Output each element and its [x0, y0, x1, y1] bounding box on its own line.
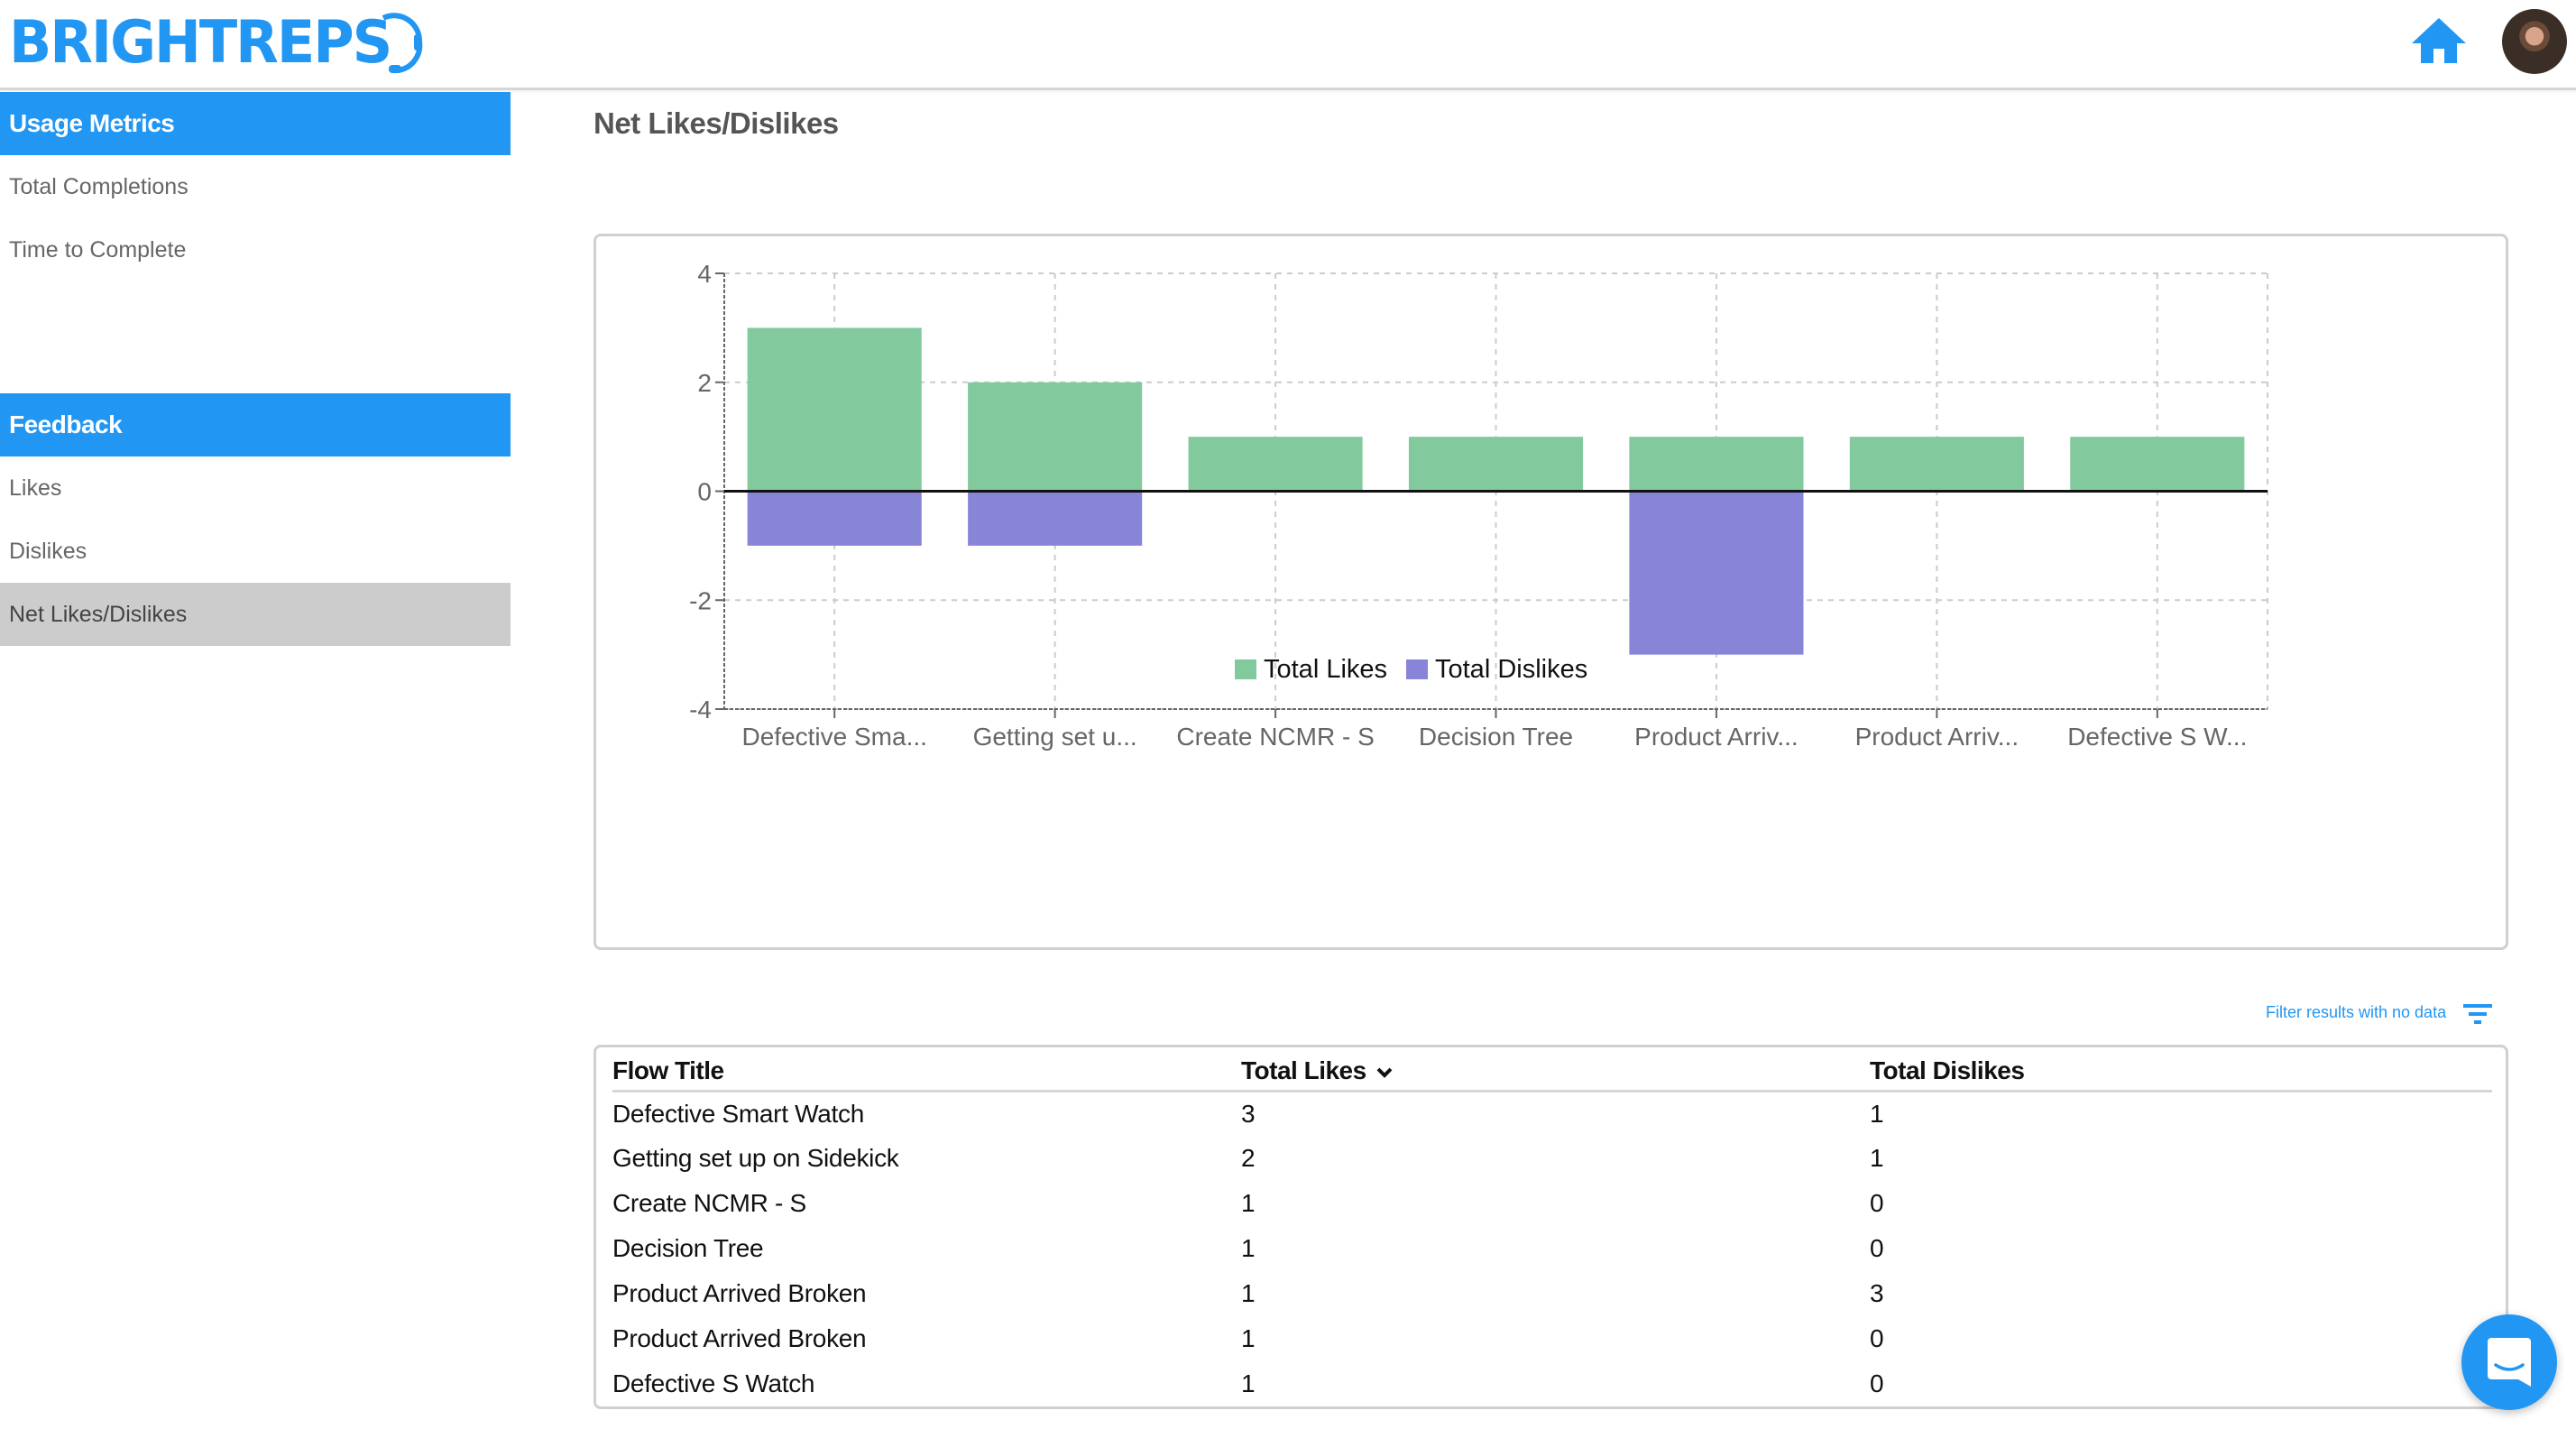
sidebar-item-time-to-complete[interactable]: Time to Complete: [0, 218, 511, 281]
cell-flow-title: Defective S Watch: [612, 1369, 815, 1397]
bar-dislikes[interactable]: [1629, 491, 1804, 655]
bar-likes[interactable]: [1629, 437, 1804, 492]
sidebar-item-total-completions[interactable]: Total Completions: [0, 155, 511, 218]
y-tick-label: -2: [689, 586, 712, 614]
chat-launcher-button[interactable]: [2461, 1314, 2557, 1410]
x-tick-label: Product Arriv...: [1855, 723, 2019, 751]
sidebar-item-dislikes[interactable]: Dislikes: [0, 520, 511, 583]
legend-label-likes[interactable]: Total Likes: [1264, 655, 1387, 684]
y-tick-label: 2: [697, 369, 712, 397]
x-tick-label: Getting set u...: [973, 723, 1137, 751]
cell-total-likes: 2: [1241, 1144, 1256, 1172]
avatar[interactable]: [2502, 9, 2567, 74]
cell-flow-title: Getting set up on Sidekick: [612, 1144, 899, 1172]
cell-total-dislikes: 3: [1870, 1279, 1884, 1307]
filter-no-data-link[interactable]: Filter results with no data: [2266, 1003, 2446, 1022]
bar-likes[interactable]: [968, 382, 1143, 492]
cell-flow-title: Product Arrived Broken: [612, 1279, 867, 1307]
column-header-flow-title[interactable]: Flow Title: [612, 1047, 1241, 1092]
column-header-total-likes[interactable]: Total Likes: [1241, 1047, 1870, 1092]
cell-flow-title: Product Arrived Broken: [612, 1324, 867, 1352]
table-row[interactable]: Defective Smart Watch 3 1: [612, 1091, 2492, 1136]
legend-swatch-dislikes: [1406, 659, 1428, 679]
cell-total-dislikes: 1: [1870, 1099, 1884, 1128]
logo-text: BRIGHTREPS: [9, 6, 392, 77]
results-table-card: Flow Title Total Likes Total Dislikes De…: [593, 1045, 2508, 1409]
results-table: Flow Title Total Likes Total Dislikes De…: [612, 1047, 2492, 1406]
table-header-row: Flow Title Total Likes Total Dislikes: [612, 1047, 2492, 1092]
cell-flow-title: Defective Smart Watch: [612, 1099, 864, 1128]
bar-likes[interactable]: [747, 327, 922, 492]
cell-total-likes: 1: [1241, 1369, 1256, 1397]
net-likes-chart: -4 -2 0 2 4 Defective Sma... Getting set u... C…: [689, 260, 2268, 751]
cell-total-dislikes: 0: [1870, 1234, 1884, 1262]
filter-icon[interactable]: [2462, 1002, 2493, 1026]
cell-total-dislikes: 0: [1870, 1324, 1884, 1352]
sidebar-item-likes[interactable]: Likes: [0, 456, 511, 520]
sidebar-item-net-likes-dislikes[interactable]: Net Likes/Dislikes: [0, 583, 511, 646]
bar-likes[interactable]: [1849, 437, 2024, 492]
bar-likes[interactable]: [2070, 437, 2245, 492]
cell-total-dislikes: 1: [1870, 1144, 1884, 1172]
cell-total-likes: 1: [1241, 1279, 1256, 1307]
cell-total-dislikes: 0: [1870, 1369, 1884, 1397]
bar-dislikes[interactable]: [968, 491, 1143, 546]
table-row[interactable]: Defective S Watch 1 0: [612, 1361, 2492, 1406]
home-icon[interactable]: [2410, 16, 2468, 65]
cell-flow-title: Create NCMR - S: [612, 1189, 806, 1217]
cell-total-dislikes: 0: [1870, 1189, 1884, 1217]
x-tick-label: Decision Tree: [1419, 723, 1573, 751]
x-tick-label: Product Arriv...: [1634, 723, 1799, 751]
sidebar-section-usage-metrics: Usage Metrics: [0, 92, 511, 155]
table-row[interactable]: Product Arrived Broken 1 0: [612, 1316, 2492, 1361]
cell-total-likes: 3: [1241, 1099, 1256, 1128]
cell-total-likes: 1: [1241, 1324, 1256, 1352]
cell-total-likes: 1: [1241, 1234, 1256, 1262]
legend-swatch-likes: [1235, 659, 1256, 679]
y-tick-label: 0: [697, 478, 712, 506]
page-title: Net Likes/Dislikes: [593, 106, 839, 140]
top-bar: BRIGHTREPS: [0, 0, 2576, 90]
x-tick-label: Create NCMR - S: [1176, 723, 1374, 751]
cell-total-likes: 1: [1241, 1189, 1256, 1217]
column-header-total-dislikes[interactable]: Total Dislikes: [1870, 1047, 2492, 1092]
bar-likes[interactable]: [1188, 437, 1363, 492]
table-row[interactable]: Product Arrived Broken 1 3: [612, 1271, 2492, 1316]
bar-dislikes[interactable]: [747, 491, 922, 546]
y-tick-label: -4: [689, 696, 712, 724]
x-tick-label: Defective Sma...: [742, 723, 927, 751]
table-row[interactable]: Getting set up on Sidekick 2 1: [612, 1136, 2492, 1181]
x-tick-label: Defective S W...: [2067, 723, 2247, 751]
sidebar: Usage Metrics Total Completions Time to …: [0, 92, 511, 646]
bar-likes[interactable]: [1408, 437, 1584, 492]
legend-label-dislikes[interactable]: Total Dislikes: [1435, 655, 1587, 684]
table-row[interactable]: Decision Tree 1 0: [612, 1226, 2492, 1271]
sidebar-section-feedback: Feedback: [0, 393, 511, 456]
sort-desc-icon: [1376, 1067, 1393, 1078]
y-tick-label: 4: [697, 260, 712, 288]
cell-flow-title: Decision Tree: [612, 1234, 764, 1262]
chat-icon: [2488, 1338, 2531, 1387]
table-row[interactable]: Create NCMR - S 1 0: [612, 1181, 2492, 1226]
brightreps-logo[interactable]: BRIGHTREPS: [9, 5, 423, 78]
